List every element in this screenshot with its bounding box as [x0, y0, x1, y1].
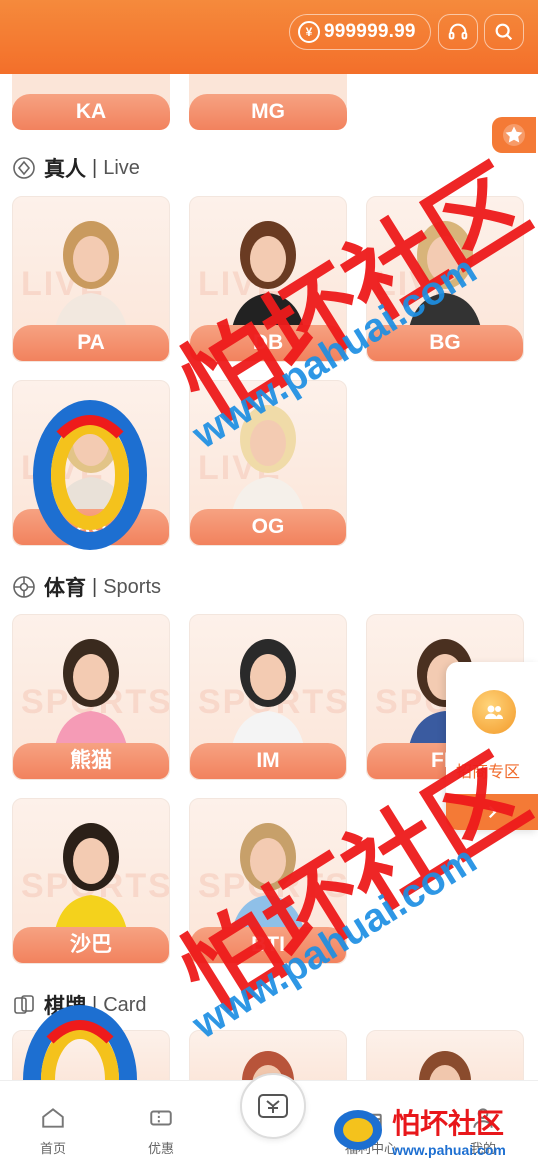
- favorite-button[interactable]: [492, 117, 536, 153]
- card-label: PA: [13, 325, 169, 361]
- agent-zone-panel[interactable]: 招商专区: [446, 662, 538, 830]
- section-title-live: 真人 | Live: [12, 153, 140, 183]
- dealer-image: [407, 221, 483, 341]
- dealer-image: [230, 221, 306, 341]
- balance-amount: 999999.99: [324, 21, 416, 42]
- nav-welfare-center[interactable]: 福利中心: [336, 1105, 406, 1157]
- section-title-zh: 真人: [44, 158, 86, 181]
- yen-coin-icon: ¥: [298, 21, 320, 43]
- nav-label: 首页: [39, 1141, 66, 1156]
- balance-display[interactable]: ¥ 999999.99: [289, 14, 431, 50]
- dealer-image: [230, 405, 306, 525]
- game-card[interactable]: SPORTS熊猫: [12, 614, 170, 780]
- card-label: BTI: [190, 927, 346, 963]
- agent-icon: [472, 690, 516, 734]
- nav-label: 优惠: [147, 1141, 174, 1156]
- wallet-icon: [258, 1094, 288, 1118]
- search-button[interactable]: [484, 14, 524, 50]
- section-separator: |: [92, 993, 98, 1016]
- athlete-image: [230, 639, 306, 759]
- section-title-sports: 体育 | Sports: [12, 572, 161, 602]
- section-separator: |: [92, 575, 98, 598]
- nav-home[interactable]: 首页: [18, 1105, 88, 1157]
- user-icon: [473, 1108, 493, 1128]
- section-title-zh: 体育: [44, 577, 86, 600]
- agent-go-button[interactable]: [446, 794, 538, 830]
- athlete-image: [53, 639, 129, 759]
- bottom-navigation: 首页 优惠 福利中心 我的: [0, 1073, 538, 1165]
- section-title-cards: 棋牌 | Card: [12, 990, 147, 1020]
- cards-icon: [14, 995, 34, 1014]
- top-header: ¥ 999999.99: [0, 0, 538, 74]
- search-icon: [495, 23, 513, 41]
- nav-wallet[interactable]: [240, 1073, 306, 1139]
- gift-icon: [360, 1113, 382, 1129]
- card-label: DB: [190, 325, 346, 361]
- dealer-image: [53, 405, 129, 525]
- nav-profile[interactable]: 我的: [448, 1105, 518, 1157]
- card-label: BG: [367, 325, 523, 361]
- ball-icon: [13, 576, 35, 598]
- support-button[interactable]: [438, 14, 478, 50]
- headset-icon: [448, 23, 468, 40]
- home-icon: [42, 1108, 64, 1128]
- nav-label: 福利中心: [344, 1141, 397, 1156]
- card-label: IM: [190, 743, 346, 779]
- section-title-en: Card: [103, 993, 147, 1016]
- card-label: AG: [13, 509, 169, 545]
- game-card[interactable]: SPORTSIM: [189, 614, 347, 780]
- section-title-en: Sports: [103, 575, 162, 598]
- ticket-icon: [150, 1110, 172, 1126]
- dealer-image: [53, 221, 129, 341]
- game-card[interactable]: LIVE OG: [189, 380, 347, 546]
- game-card[interactable]: LIVE AG: [12, 380, 170, 546]
- star-icon: [503, 124, 525, 146]
- game-card[interactable]: LIVE BG: [366, 196, 524, 362]
- game-card[interactable]: LIVE PA: [12, 196, 170, 362]
- card-label: 沙巴: [13, 927, 169, 963]
- game-card[interactable]: SPORTS沙巴: [12, 798, 170, 964]
- chevron-right-icon: [488, 805, 497, 819]
- section-separator: |: [92, 156, 98, 179]
- card-label: MG: [189, 94, 347, 130]
- nav-promotions[interactable]: 优惠: [126, 1105, 196, 1157]
- game-card[interactable]: SPORTSBTI: [189, 798, 347, 964]
- diamond-icon: [13, 157, 35, 179]
- card-label: KA: [12, 94, 170, 130]
- athlete-image: [230, 823, 306, 943]
- game-card[interactable]: LIVE DB: [189, 196, 347, 362]
- section-title-en: Live: [103, 156, 140, 179]
- card-label: OG: [190, 509, 346, 545]
- athlete-image: [53, 823, 129, 943]
- card-label: 熊猫: [13, 743, 169, 779]
- nav-label: 我的: [469, 1141, 496, 1156]
- section-title-zh: 棋牌: [44, 995, 86, 1018]
- agent-label: 招商专区: [456, 764, 521, 781]
